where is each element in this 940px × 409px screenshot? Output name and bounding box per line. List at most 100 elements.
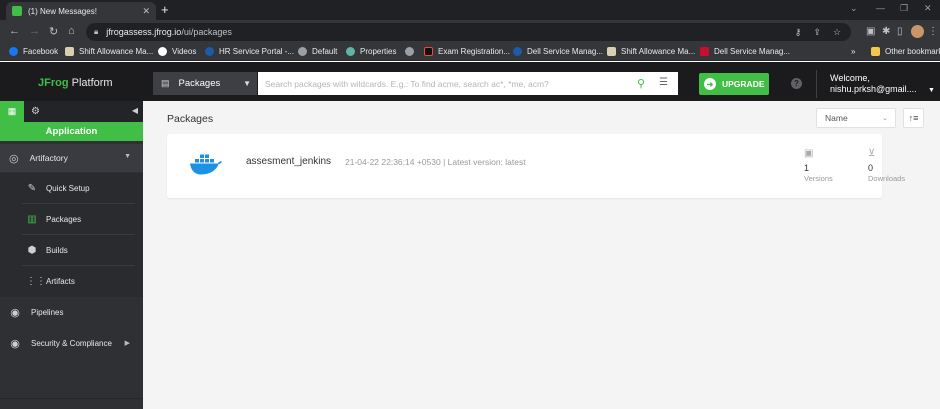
home-icon[interactable]: ⌂	[68, 25, 75, 37]
sidebar-toggle-icon[interactable]: ▯	[897, 26, 903, 37]
profile-avatar[interactable]	[911, 25, 924, 38]
url-field[interactable]: 🔒︎ jfrogassess.jfrog.io /ui/packages ⚷ ⇪…	[86, 23, 851, 41]
wand-icon: ✎	[27, 183, 37, 194]
bookmark-item[interactable]: HR Service Portal -...	[205, 47, 294, 56]
bookmark-item[interactable]: Properties	[346, 47, 396, 56]
eye-icon: ◉	[10, 338, 20, 350]
packages-grid-icon: ▤	[161, 78, 170, 88]
browser-menu-icon[interactable]: ⋮	[928, 26, 938, 37]
docker-icon	[190, 154, 222, 175]
back-arrow-icon[interactable]: ←	[9, 25, 20, 37]
google-icon	[158, 47, 167, 56]
header-divider	[816, 70, 817, 98]
globe-icon	[405, 47, 414, 56]
bookmark-item[interactable]: Shift Allowance Ma...	[607, 47, 695, 56]
artifacts-icon: ⋮⋮	[26, 276, 46, 287]
bookmark-item[interactable]: Dell Service Manag...	[513, 47, 603, 56]
package-card[interactable]: assesment_jenkins 21-04-22 22:36:14 +053…	[167, 134, 905, 198]
sidebar: ▦ ⚙ ◀ Application ◎ Artifactory ▼ ✎ Quic…	[0, 101, 143, 409]
application-grid-icon[interactable]: ▦	[0, 101, 24, 122]
search-placeholder: Search packages with wildcards. E.g.: To…	[265, 78, 549, 89]
versions-count: 1	[804, 163, 810, 173]
window-close-button[interactable]: ✕	[924, 3, 932, 14]
bookmark-item[interactable]: Facebook	[9, 47, 58, 56]
collapse-sidebar-icon[interactable]: ◀	[132, 106, 138, 115]
sidebar-divider	[0, 398, 143, 399]
dell-icon	[513, 47, 522, 56]
package-name[interactable]: assesment_jenkins	[246, 156, 331, 167]
url-host: jfrogassess.jfrog.io	[106, 27, 182, 37]
downloads-stat: ⊻ 0 Downloads	[868, 148, 905, 183]
sort-by-select[interactable]: Name ⌄	[816, 108, 896, 128]
package-search-input[interactable]: Search packages with wildcards. E.g.: To…	[258, 72, 678, 95]
tab-title: (1) New Messages!	[28, 6, 97, 16]
tab-search-icon[interactable]: ⌄	[850, 3, 858, 14]
bookmark-star-icon[interactable]: ☆	[833, 27, 841, 38]
bookmark-item[interactable]: Dell Service Manag...	[700, 47, 790, 56]
caret-down-icon: ▼	[243, 79, 251, 88]
user-menu[interactable]: Welcome, nishu.prksh@gmail.... ▼	[830, 73, 935, 95]
pr-icon	[700, 47, 709, 56]
bookmark-item[interactable]: Videos	[158, 47, 196, 56]
welcome-label: Welcome,	[830, 73, 870, 83]
admin-gear-icon[interactable]: ⚙	[31, 106, 40, 117]
restore-button[interactable]: ❐	[900, 3, 908, 14]
user-email: nishu.prksh@gmail....	[830, 84, 917, 94]
chevron-down-icon: ⌄	[882, 115, 888, 122]
downloads-label: Downloads	[868, 174, 906, 183]
page-icon	[607, 47, 616, 56]
upgrade-arrow-icon: ➜	[704, 78, 716, 90]
sidebar-item-security[interactable]: ◉ Security & Compliance ▶	[0, 328, 143, 359]
page-icon	[65, 47, 74, 56]
sidebar-item-packages[interactable]: ▥ Packages	[0, 204, 143, 235]
globe-icon	[298, 47, 307, 56]
forward-arrow-icon[interactable]: →	[29, 25, 40, 37]
sidebar-item-quick-setup[interactable]: ✎ Quick Setup	[0, 173, 143, 204]
sidebar-item-artifactory[interactable]: ◎ Artifactory ▼	[0, 144, 143, 172]
bookmark-item[interactable]	[405, 47, 419, 56]
address-bar-row: ← → ↻ ⌂ 🔒︎ jfrogassess.jfrog.io /ui/pack…	[0, 20, 940, 44]
bookmark-item[interactable]: Exam Registration...	[424, 47, 510, 56]
more-bookmarks-icon[interactable]: »	[851, 47, 855, 56]
sort-direction-button[interactable]: ↑≡	[903, 108, 924, 128]
chevron-right-icon: ▶	[124, 340, 130, 347]
main-content: Packages Name ⌄ ↑≡ assesment_jenkins 21-…	[143, 101, 940, 409]
package-type-select[interactable]: ▤ Packages ▼	[153, 72, 257, 95]
downloads-count: 0	[868, 163, 874, 173]
minimize-button[interactable]: —	[876, 3, 885, 13]
extension-icon[interactable]: ▣	[866, 26, 875, 37]
sidebar-item-artifacts[interactable]: ⋮⋮ Artifacts	[0, 266, 143, 297]
sidebar-top: ▦ ⚙ ◀	[0, 101, 143, 122]
help-icon[interactable]: ?	[791, 78, 802, 89]
share-icon[interactable]: ⇪	[813, 27, 821, 38]
reload-icon[interactable]: ↻	[49, 25, 58, 38]
bookmark-item[interactable]: Default	[298, 47, 337, 56]
search-icon[interactable]: ⚲	[637, 77, 645, 90]
browser-tab[interactable]: (1) New Messages! ✕	[6, 2, 156, 20]
sidebar-item-pipelines[interactable]: ◉ Pipelines	[0, 297, 143, 328]
application-section-label: Application	[0, 122, 143, 141]
versions-stat: ▣ 1 Versions	[804, 148, 833, 183]
upgrade-button[interactable]: ➜ UPGRADE	[699, 73, 769, 95]
facebook-icon	[9, 47, 18, 56]
pipelines-icon: ◉	[10, 307, 20, 319]
new-tab-button[interactable]: +	[161, 2, 169, 17]
package-meta: 21-04-22 22:36:14 +0530 | Latest version…	[345, 157, 526, 167]
bookmark-item[interactable]: Shift Allowance Ma...	[65, 47, 153, 56]
tab-close-icon[interactable]: ✕	[142, 6, 150, 17]
packages-icon: ▥	[27, 214, 37, 225]
filter-icon[interactable]: ☰	[659, 77, 668, 90]
user-menu-caret-icon: ▼	[928, 87, 935, 94]
lock-icon: 🔒︎	[94, 27, 99, 36]
folder-icon	[871, 47, 880, 56]
jfrog-favicon-icon	[12, 6, 22, 16]
download-icon: ⊻	[868, 148, 876, 159]
sidebar-item-builds[interactable]: ⬢ Builds	[0, 235, 143, 266]
url-path: /ui/packages	[181, 27, 232, 37]
builds-icon: ⬢	[27, 245, 37, 256]
key-icon[interactable]: ⚷	[795, 27, 802, 38]
puzzle-icon[interactable]: ✱	[882, 26, 890, 37]
jfrog-logo[interactable]: JFrog Platform	[38, 77, 113, 89]
other-bookmarks[interactable]: Other bookmarks	[871, 47, 940, 56]
page-title: Packages	[167, 113, 214, 125]
